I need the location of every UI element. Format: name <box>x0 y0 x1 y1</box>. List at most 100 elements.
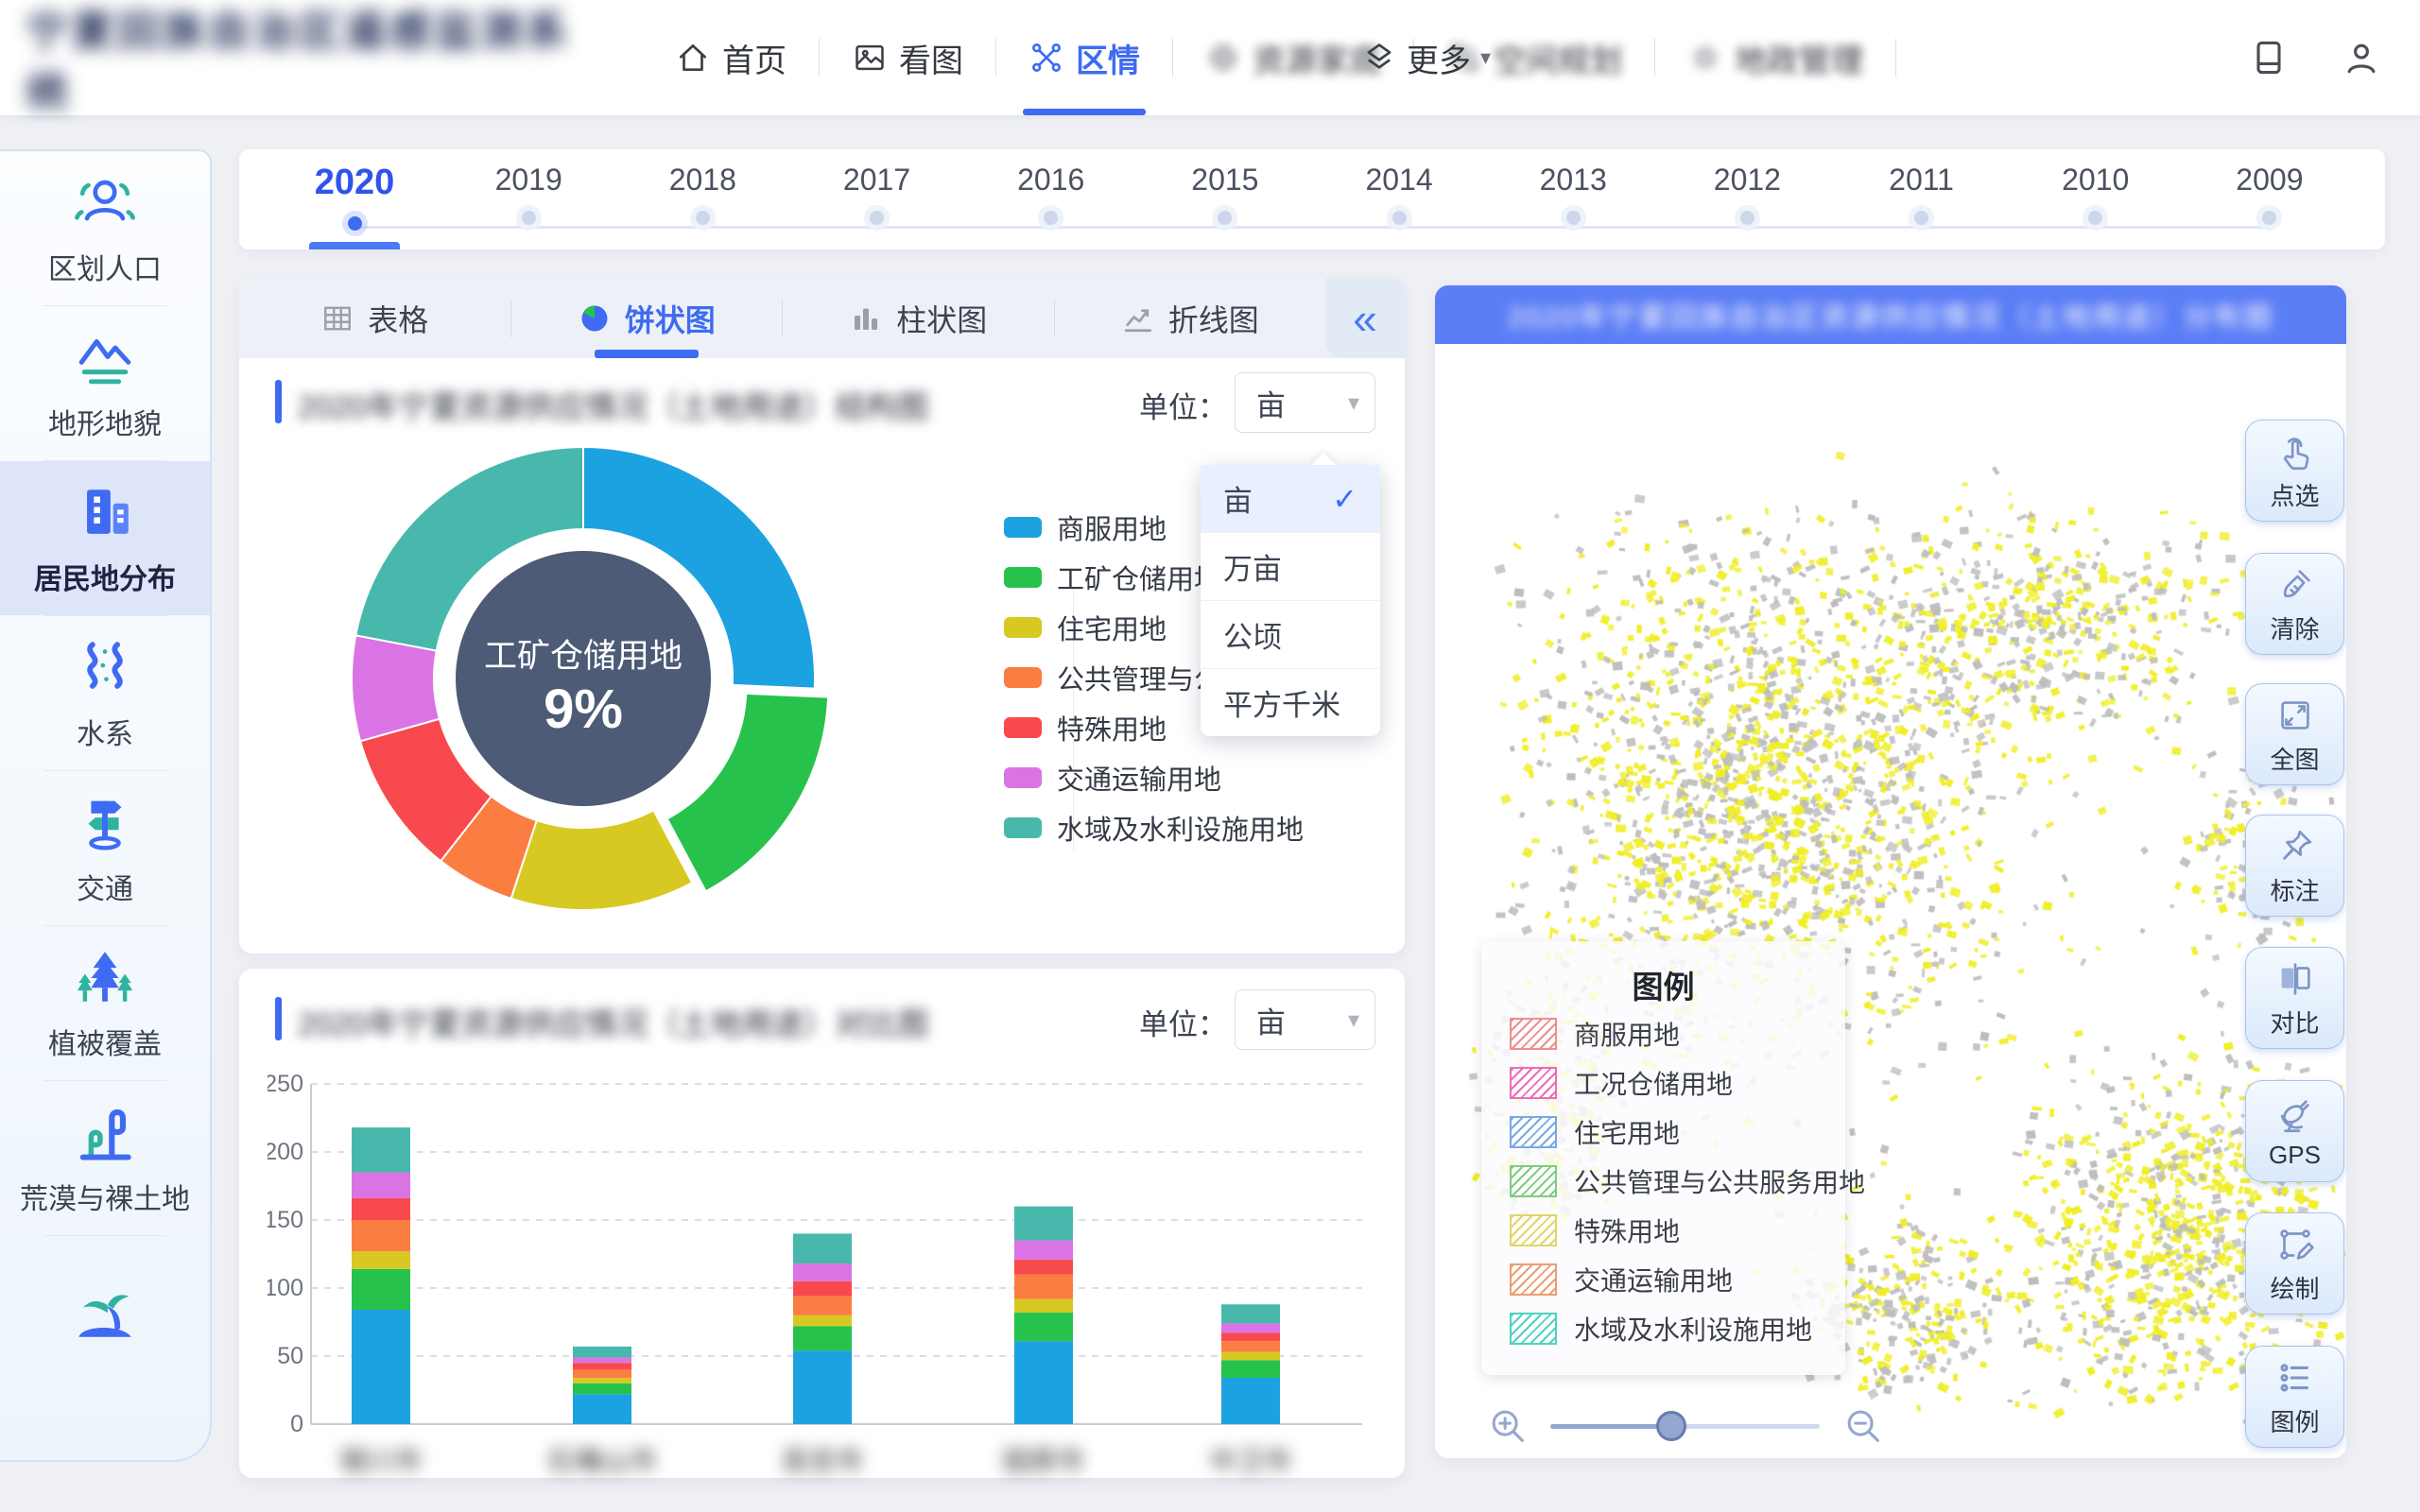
bar-segment-特殊用地[interactable] <box>1014 1260 1073 1275</box>
stacked-bar-chart[interactable]: 250200150100500 <box>268 1071 1383 1439</box>
sidebar-item-荒漠与裸土地[interactable]: 荒漠与裸土地 <box>0 1081 210 1235</box>
sidebar-item-地形地貌[interactable]: 地形地貌 <box>0 306 210 460</box>
timeline-year-2019[interactable]: 2019 <box>472 149 585 249</box>
bar-segment-水域及水利设施用地[interactable] <box>573 1347 631 1358</box>
sidebar-item-植被覆盖[interactable]: 植被覆盖 <box>0 926 210 1080</box>
tab-表格[interactable]: 表格 <box>239 278 510 358</box>
bar-segment-水域及水利设施用地[interactable] <box>352 1127 410 1173</box>
bar-segment-交通运输用地[interactable] <box>1221 1323 1280 1332</box>
bar-segment-公共管理与公共服务用地[interactable] <box>1014 1275 1073 1299</box>
donut-chart[interactable]: 工矿仓储用地9% <box>337 433 829 924</box>
bar-segment-交通运输用地[interactable] <box>793 1263 852 1281</box>
bar-segment-交通运输用地[interactable] <box>573 1357 631 1363</box>
bar-segment-商服用地[interactable] <box>352 1310 410 1424</box>
bar-segment-住宅用地[interactable] <box>1221 1352 1280 1361</box>
bar-segment-工矿仓储用地[interactable] <box>1014 1313 1073 1341</box>
bar-segment-交通运输用地[interactable] <box>352 1173 410 1198</box>
pie-legend-item[interactable]: 交通运输用地 <box>1004 759 1221 797</box>
zoom-slider-track[interactable] <box>1550 1424 1820 1429</box>
bar-segment-商服用地[interactable] <box>793 1350 852 1424</box>
sidebar-item-island[interactable] <box>0 1236 210 1390</box>
y-tick-label: 0 <box>290 1411 303 1437</box>
timeline-year-2020[interactable]: 2020 <box>298 149 411 249</box>
bar-segment-公共管理与公共服务用地[interactable] <box>573 1369 631 1378</box>
bar-segment-水域及水利设施用地[interactable] <box>1014 1207 1073 1241</box>
bar-segment-特殊用地[interactable] <box>793 1281 852 1297</box>
map-tool-点选[interactable]: 点选 <box>2245 420 2344 522</box>
timeline-year-2018[interactable]: 2018 <box>646 149 759 249</box>
timeline-year-2017[interactable]: 2017 <box>821 149 934 249</box>
user-icon[interactable] <box>2341 37 2382 78</box>
year-label: 2014 <box>1365 163 1432 198</box>
pie-legend-item[interactable]: 特殊用地 <box>1004 709 1167 747</box>
timeline-year-2013[interactable]: 2013 <box>1516 149 1630 249</box>
bar-segment-工矿仓储用地[interactable] <box>573 1383 631 1395</box>
map-tool-对比[interactable]: 对比 <box>2245 947 2344 1049</box>
bar-segment-住宅用地[interactable] <box>1014 1299 1073 1313</box>
unit-option-万亩[interactable]: 万亩 <box>1201 532 1380 600</box>
sidebar-item-居民地分布[interactable]: 居民地分布 <box>0 461 210 615</box>
map-tool-GPS[interactable]: GPS <box>2245 1080 2344 1182</box>
bar-segment-特殊用地[interactable] <box>352 1198 410 1220</box>
bar-segment-商服用地[interactable] <box>573 1394 631 1424</box>
bar-segment-工矿仓储用地[interactable] <box>352 1269 410 1310</box>
tab-柱状图[interactable]: 柱状图 <box>783 278 1054 358</box>
timeline-year-2015[interactable]: 2015 <box>1168 149 1282 249</box>
legend-label: 住宅用地 <box>1057 608 1167 647</box>
timeline-year-2016[interactable]: 2016 <box>994 149 1108 249</box>
tab-折线图[interactable]: 折线图 <box>1055 278 1326 358</box>
bar-segment-住宅用地[interactable] <box>352 1251 410 1269</box>
network-icon <box>1028 40 1064 76</box>
pie-slice-住宅用地[interactable] <box>511 810 693 910</box>
unit-select-bar[interactable]: 亩 ▾ <box>1235 989 1375 1050</box>
zoom-slider-handle[interactable] <box>1656 1411 1686 1441</box>
magnifier-minus-icon[interactable] <box>1841 1404 1885 1448</box>
tab-饼状图[interactable]: 饼状图 <box>511 278 783 358</box>
bar-segment-商服用地[interactable] <box>1221 1378 1280 1424</box>
nav-item-more[interactable]: 更多 ▾ <box>1333 0 1519 115</box>
bar-segment-特殊用地[interactable] <box>573 1363 631 1369</box>
timeline-year-2012[interactable]: 2012 <box>1690 149 1804 249</box>
magnifier-plus-icon[interactable] <box>1486 1404 1530 1448</box>
sidebar-item-交通[interactable]: 交通 <box>0 771 210 925</box>
map-tool-清除[interactable]: 清除 <box>2245 553 2344 655</box>
pie-legend-item[interactable]: 水域及水利设施用地 <box>1004 809 1304 847</box>
nav-item-3[interactable]: 区情 <box>996 0 1172 115</box>
bar-segment-水域及水利设施用地[interactable] <box>793 1233 852 1263</box>
unit-option-亩[interactable]: 亩✓ <box>1201 465 1380 532</box>
sidebar-item-区划人口[interactable]: 区划人口 <box>0 151 210 305</box>
sidebar-item-水系[interactable]: 水系 <box>0 616 210 770</box>
bar-segment-住宅用地[interactable] <box>573 1378 631 1383</box>
map-tool-标注[interactable]: 标注 <box>2245 815 2344 917</box>
zoom-slider-fill <box>1550 1424 1671 1429</box>
pie-legend-item[interactable]: 工矿仓储用地 <box>1004 558 1221 596</box>
bar-segment-特殊用地[interactable] <box>1221 1333 1280 1342</box>
bar-segment-住宅用地[interactable] <box>793 1315 852 1327</box>
bar-segment-交通运输用地[interactable] <box>1014 1241 1073 1260</box>
unit-option-公顷[interactable]: 公顷 <box>1201 600 1380 668</box>
map-tool-全图[interactable]: 全图 <box>2245 683 2344 785</box>
map-tool-图例[interactable]: 图例 <box>2245 1346 2344 1448</box>
timeline-year-2014[interactable]: 2014 <box>1342 149 1456 249</box>
bar-segment-公共管理与公共服务用地[interactable] <box>352 1220 410 1251</box>
nav-item-6[interactable]: 地政管理 <box>1655 0 1895 115</box>
nav-item-2[interactable]: 看图 <box>820 0 995 115</box>
nav-item-1[interactable]: 首页 <box>643 0 819 115</box>
pie-legend-item[interactable]: 住宅用地 <box>1004 609 1167 646</box>
map-tool-绘制[interactable]: 绘制 <box>2245 1212 2344 1314</box>
journal-icon[interactable] <box>2248 37 2290 78</box>
collapse-panel-button[interactable]: « <box>1325 278 1405 358</box>
timeline-year-2011[interactable]: 2011 <box>1865 149 1979 249</box>
timeline-year-2009[interactable]: 2009 <box>2213 149 2326 249</box>
bar-segment-水域及水利设施用地[interactable] <box>1221 1304 1280 1323</box>
year-label: 2017 <box>843 163 910 198</box>
bar-segment-工矿仓储用地[interactable] <box>793 1326 852 1350</box>
bar-segment-公共管理与公共服务用地[interactable] <box>793 1297 852 1315</box>
bar-segment-商服用地[interactable] <box>1014 1341 1073 1424</box>
unit-select-pie[interactable]: 亩 ▾ <box>1235 372 1375 433</box>
bar-segment-工矿仓储用地[interactable] <box>1221 1360 1280 1378</box>
pie-legend-item[interactable]: 商服用地 <box>1004 508 1167 546</box>
timeline-year-2010[interactable]: 2010 <box>2039 149 2152 249</box>
unit-option-平方千米[interactable]: 平方千米 <box>1201 668 1380 736</box>
bar-segment-公共管理与公共服务用地[interactable] <box>1221 1341 1280 1352</box>
